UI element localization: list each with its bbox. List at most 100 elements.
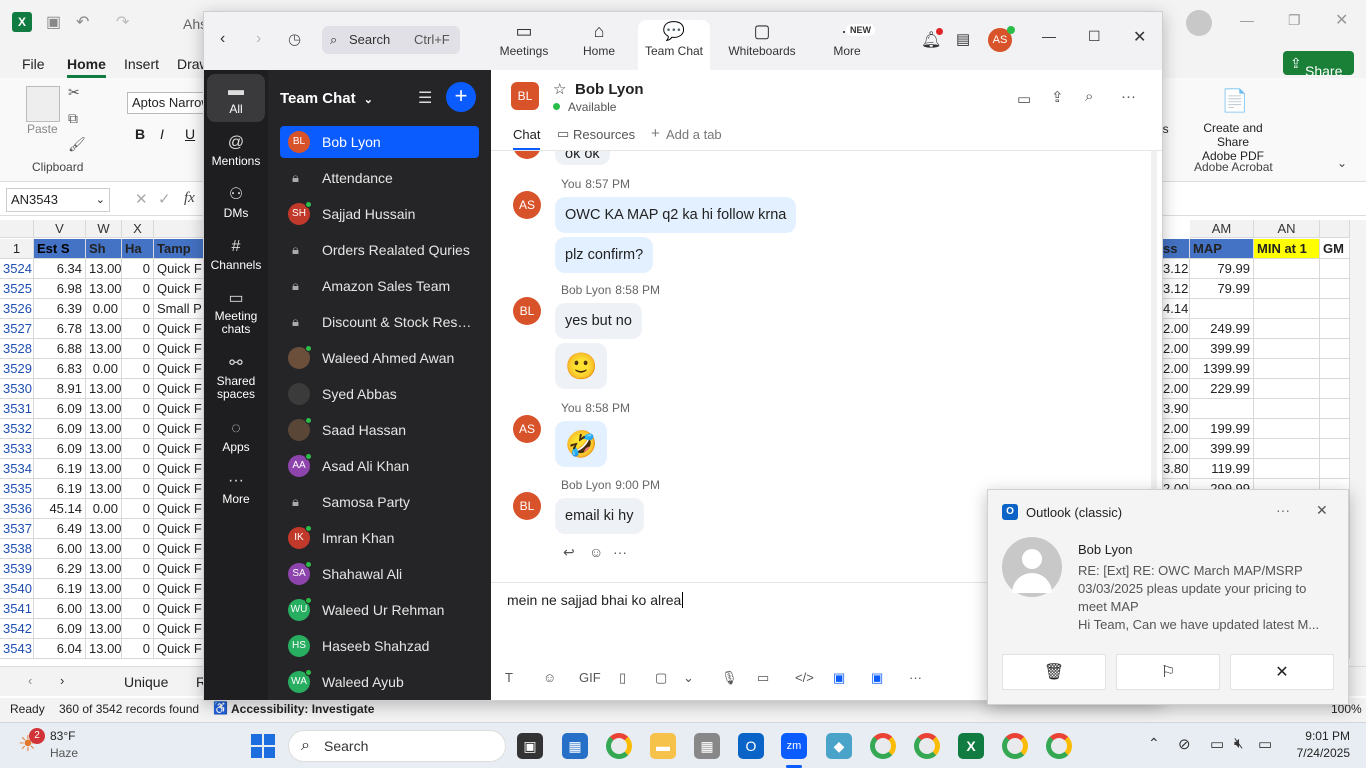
table-cell[interactable]: 0.00 (86, 359, 122, 379)
row-number[interactable]: 3529 (0, 359, 34, 379)
history-icon[interactable]: ◷ (288, 30, 301, 48)
table-cell[interactable]: Quick F (154, 599, 204, 619)
table-cell[interactable]: 6.00 (34, 599, 86, 619)
table-cell[interactable]: 0 (122, 299, 154, 319)
table-cell[interactable]: 2.00 (1160, 339, 1190, 359)
chat-list-item[interactable]: 🔒︎ Amazon Sales Team (280, 270, 479, 302)
minimize-icon[interactable]: — (1042, 28, 1056, 44)
table-cell[interactable]: Quick F (154, 479, 204, 499)
zoom-taskbar-icon[interactable]: zm (781, 733, 807, 759)
chat-list-item[interactable]: Waleed Ahmed Awan (280, 342, 479, 374)
forward-icon[interactable]: › (256, 30, 261, 48)
nav-whiteboards[interactable]: ▢ Whiteboards (720, 20, 804, 70)
chat-list-item[interactable]: 🔒︎ Attendance (280, 162, 479, 194)
header-cell[interactable]: ss (1160, 239, 1190, 259)
chevron-up-icon[interactable]: ⌃ (1148, 735, 1160, 752)
row-number[interactable]: 3533 (0, 439, 34, 459)
table-cell[interactable] (1320, 379, 1350, 399)
contact-avatar[interactable]: BL (511, 82, 539, 110)
table-cell[interactable]: 6.78 (34, 319, 86, 339)
header-cell[interactable]: Ha (122, 239, 154, 259)
status-accessibility[interactable]: Accessibility: Investigate (231, 702, 374, 716)
collapse-ribbon-icon[interactable]: ⌄ (1337, 156, 1347, 170)
table-cell[interactable] (1254, 379, 1320, 399)
table-cell[interactable]: 0 (122, 619, 154, 639)
app-icon[interactable]: ▣ (871, 670, 883, 686)
table-cell[interactable]: 13.00 (86, 579, 122, 599)
chat-list-item[interactable]: WU Waleed Ur Rehman (280, 594, 479, 626)
message-more-icon[interactable]: ··· (613, 544, 627, 560)
more-icon[interactable]: ··· (909, 670, 922, 685)
toast-more-icon[interactable]: ··· (1276, 502, 1290, 518)
table-cell[interactable]: 6.19 (34, 479, 86, 499)
rail-meeting-chats[interactable]: ▭ Meeting chats (207, 288, 265, 336)
table-cell[interactable]: 13.00 (86, 599, 122, 619)
table-cell[interactable]: 6.04 (34, 639, 86, 659)
table-cell[interactable]: 0 (122, 319, 154, 339)
table-cell[interactable]: 6.09 (34, 619, 86, 639)
taskbar-search[interactable]: ⌕ Search (288, 730, 506, 762)
table-cell[interactable]: Quick F (154, 279, 204, 299)
chat-list-item[interactable]: 🔒︎ Discount & Stock Reser... (280, 306, 479, 338)
table-cell[interactable] (1254, 319, 1320, 339)
row-number[interactable]: 3543 (0, 639, 34, 659)
battery-icon[interactable]: ▭ (1258, 735, 1272, 753)
message-bubble[interactable]: yes but no (555, 303, 642, 339)
row-number[interactable]: 3540 (0, 579, 34, 599)
table-cell[interactable]: Quick F (154, 519, 204, 539)
table-cell[interactable] (1254, 339, 1320, 359)
column-header-am[interactable]: AM (1190, 220, 1254, 238)
row-number[interactable]: 3531 (0, 399, 34, 419)
paste-icon[interactable] (26, 86, 60, 122)
calculator-icon[interactable]: ▦ (694, 733, 720, 759)
chat-list-item[interactable]: SH Sajjad Hussain (280, 198, 479, 230)
table-cell[interactable] (1254, 459, 1320, 479)
column-header-v[interactable]: V (34, 220, 86, 238)
confirm-formula-icon[interactable]: ✓ (158, 190, 171, 208)
excel-taskbar-icon[interactable]: X (958, 733, 984, 759)
column-header-w[interactable]: W (86, 220, 122, 238)
chat-list-item[interactable]: Syed Abbas (280, 378, 479, 410)
tab-add[interactable]: Add a tab (666, 127, 722, 142)
message-avatar[interactable]: AS (513, 191, 541, 219)
table-cell[interactable]: 0 (122, 399, 154, 419)
table-cell[interactable]: 0 (122, 459, 154, 479)
chat-list-item[interactable]: 🔒︎ Orders Realated Quries (280, 234, 479, 266)
header-cell[interactable]: Tamp (154, 239, 204, 259)
emoji-react-icon[interactable]: ☺ (589, 544, 603, 560)
chevron-down-icon[interactable]: ⌄ (683, 670, 694, 686)
chat-list-item[interactable]: WA Waleed Ayub (280, 666, 479, 698)
table-cell[interactable] (1254, 279, 1320, 299)
table-cell[interactable]: 399.99 (1190, 339, 1254, 359)
table-cell[interactable]: 79.99 (1190, 279, 1254, 299)
table-cell[interactable] (1320, 339, 1350, 359)
calendar-icon[interactable]: ▤ (956, 30, 970, 48)
chat-list-item[interactable]: SA Shahawal Ali (280, 558, 479, 590)
chat-list-item[interactable]: 🔒︎ Samosa Party (280, 486, 479, 518)
row-number[interactable]: 3539 (0, 559, 34, 579)
store-icon[interactable]: ▦ (562, 733, 588, 759)
table-cell[interactable]: 0 (122, 559, 154, 579)
name-box[interactable]: AN3543 ⌄ (6, 188, 110, 212)
close-icon[interactable]: ✕ (1133, 27, 1146, 47)
table-cell[interactable]: 8.91 (34, 379, 86, 399)
table-cell[interactable]: 3.80 (1160, 459, 1190, 479)
message-bubble[interactable]: ok ok (555, 151, 610, 165)
start-button[interactable] (251, 734, 275, 758)
gif-icon[interactable]: GIF (579, 670, 601, 685)
row-number[interactable]: 3538 (0, 539, 34, 559)
row-number[interactable]: 3530 (0, 379, 34, 399)
table-cell[interactable] (1320, 459, 1350, 479)
create-pdf-button[interactable]: Create and Share Adobe PDF (1188, 121, 1278, 163)
table-cell[interactable]: 3.12 (1160, 259, 1190, 279)
network-off-icon[interactable]: ⊘ (1178, 735, 1191, 753)
message-avatar[interactable]: AS (513, 415, 541, 443)
table-cell[interactable]: 13.00 (86, 379, 122, 399)
cut-icon[interactable]: ✂ (68, 84, 80, 101)
table-cell[interactable]: 1399.99 (1190, 359, 1254, 379)
column-header-an[interactable]: AN (1254, 220, 1320, 238)
table-cell[interactable]: Quick F (154, 459, 204, 479)
table-cell[interactable] (1320, 319, 1350, 339)
table-cell[interactable]: 0 (122, 259, 154, 279)
outlook-taskbar-icon[interactable]: O (738, 733, 764, 759)
